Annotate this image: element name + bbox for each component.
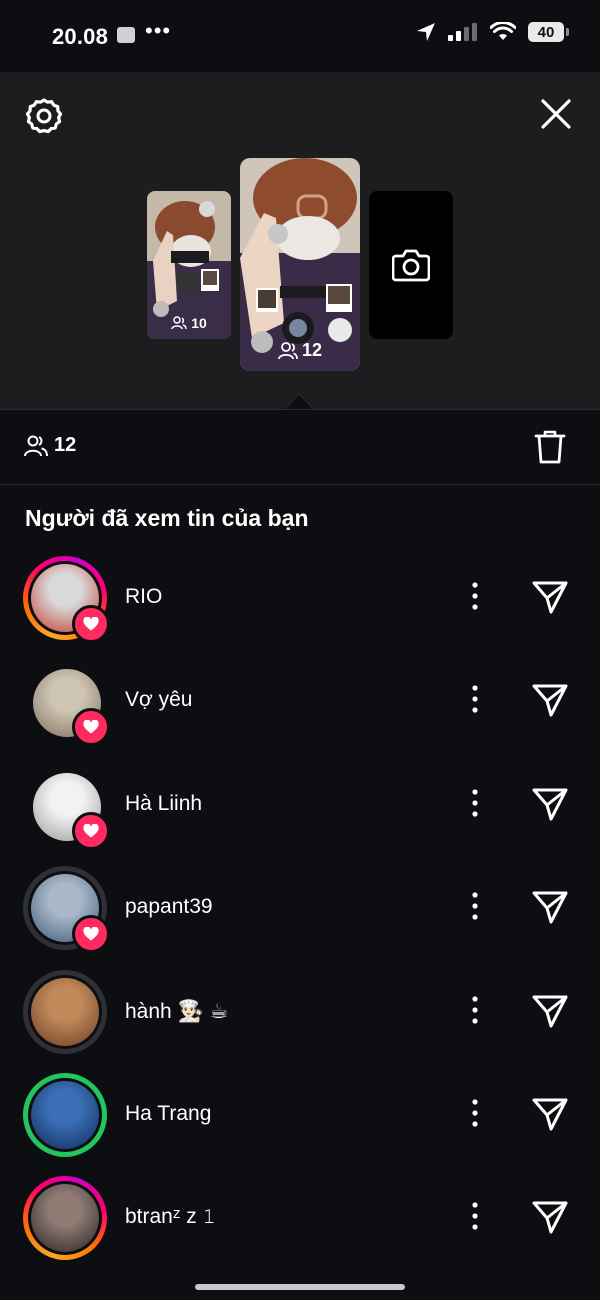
viewer-username[interactable]: Hà Liinh bbox=[125, 792, 202, 816]
gear-icon bbox=[25, 98, 63, 134]
more-vertical-icon bbox=[472, 1202, 478, 1230]
delete-story-button[interactable] bbox=[534, 429, 566, 465]
viewer-row-4[interactable]: hành 👨🏻‍🍳 ☕ bbox=[0, 967, 600, 1063]
send-icon bbox=[532, 891, 568, 924]
avatar[interactable] bbox=[23, 763, 110, 850]
send-icon bbox=[532, 1201, 568, 1234]
more-options-button[interactable] bbox=[466, 581, 484, 611]
more-vertical-icon bbox=[472, 685, 478, 713]
avatar-image bbox=[31, 978, 99, 1046]
more-options-button[interactable] bbox=[466, 1201, 484, 1231]
avatar-image bbox=[31, 1184, 99, 1252]
story-view-count-label: 10 bbox=[191, 315, 207, 331]
viewer-row-0[interactable]: RIO bbox=[0, 553, 600, 649]
divider bbox=[0, 409, 600, 410]
viewer-username[interactable]: RIO bbox=[125, 585, 162, 609]
more-vertical-icon bbox=[472, 582, 478, 610]
status-dots: ••• bbox=[145, 18, 172, 43]
send-icon bbox=[532, 788, 568, 821]
wifi-icon bbox=[490, 22, 516, 40]
cellular-signal-icon bbox=[448, 23, 477, 41]
section-title: Người đã xem tin của bạn bbox=[25, 505, 309, 531]
avatar[interactable] bbox=[23, 659, 110, 746]
viewer-username[interactable]: btranᶻ z 𝟷 bbox=[125, 1205, 216, 1229]
selected-story-pointer bbox=[284, 393, 314, 410]
trash-icon bbox=[534, 430, 566, 464]
more-vertical-icon bbox=[472, 789, 478, 817]
heart-icon bbox=[83, 824, 99, 838]
notification-icon bbox=[117, 27, 135, 43]
location-arrow-icon bbox=[417, 23, 435, 41]
avatar[interactable] bbox=[23, 866, 110, 953]
viewer-row-6[interactable]: btranᶻ z 𝟷 bbox=[0, 1173, 600, 1269]
heart-badge bbox=[72, 708, 110, 746]
story-view-count: 12 bbox=[240, 340, 360, 361]
close-button[interactable] bbox=[538, 96, 574, 132]
story-thumbnail-current[interactable]: 12 bbox=[240, 158, 360, 371]
viewer-username[interactable]: Ha Trang bbox=[125, 1102, 211, 1126]
heart-icon bbox=[83, 927, 99, 941]
viewer-count-label: 12 bbox=[54, 434, 77, 456]
status-time: 20.08 bbox=[52, 24, 109, 49]
heart-badge bbox=[72, 915, 110, 953]
settings-button[interactable] bbox=[24, 96, 64, 136]
story-thumbnail-previous[interactable]: 10 bbox=[147, 191, 231, 339]
add-story-camera-button[interactable] bbox=[369, 191, 453, 339]
viewer-username[interactable]: papant39 bbox=[125, 895, 213, 919]
send-message-button[interactable] bbox=[530, 1197, 570, 1237]
send-message-button[interactable] bbox=[530, 1094, 570, 1134]
heart-badge bbox=[72, 605, 110, 643]
viewer-row-2[interactable]: Hà Liinh bbox=[0, 760, 600, 856]
story-view-count-label: 12 bbox=[301, 340, 323, 360]
avatar[interactable] bbox=[23, 970, 107, 1054]
viewer-count: 12 bbox=[24, 434, 76, 457]
avatar[interactable] bbox=[23, 556, 110, 643]
heart-icon bbox=[83, 720, 99, 734]
close-icon bbox=[541, 99, 571, 129]
heart-badge bbox=[72, 812, 110, 850]
send-message-button[interactable] bbox=[530, 784, 570, 824]
more-vertical-icon bbox=[472, 892, 478, 920]
more-vertical-icon bbox=[472, 996, 478, 1024]
send-icon bbox=[532, 1098, 568, 1131]
more-options-button[interactable] bbox=[466, 1098, 484, 1128]
status-indicators: 40 bbox=[416, 22, 569, 42]
send-message-button[interactable] bbox=[530, 887, 570, 927]
more-options-button[interactable] bbox=[466, 684, 484, 714]
more-options-button[interactable] bbox=[466, 788, 484, 818]
status-bar: 20.08 ••• 40 bbox=[0, 0, 600, 72]
send-message-button[interactable] bbox=[530, 680, 570, 720]
people-icon bbox=[278, 341, 298, 359]
viewer-row-3[interactable]: papant39 bbox=[0, 863, 600, 959]
send-message-button[interactable] bbox=[530, 991, 570, 1031]
viewer-username[interactable]: Vợ yêu bbox=[125, 688, 192, 712]
viewer-row-5[interactable]: Ha Trang bbox=[0, 1070, 600, 1166]
heart-icon bbox=[83, 617, 99, 631]
more-options-button[interactable] bbox=[466, 891, 484, 921]
send-message-button[interactable] bbox=[530, 577, 570, 617]
people-icon bbox=[171, 316, 187, 330]
divider bbox=[0, 484, 600, 485]
people-icon bbox=[24, 435, 48, 456]
viewer-username[interactable]: hành 👨🏻‍🍳 ☕ bbox=[125, 999, 228, 1024]
send-icon bbox=[532, 684, 568, 717]
camera-icon bbox=[392, 249, 430, 282]
avatar[interactable] bbox=[23, 1073, 107, 1157]
viewer-row-1[interactable]: Vợ yêu bbox=[0, 656, 600, 752]
story-view-count: 10 bbox=[147, 315, 231, 331]
home-indicator[interactable] bbox=[195, 1284, 405, 1290]
send-icon bbox=[532, 581, 568, 614]
more-vertical-icon bbox=[472, 1099, 478, 1127]
battery-indicator: 40 bbox=[528, 22, 569, 42]
send-icon bbox=[532, 995, 568, 1028]
more-options-button[interactable] bbox=[466, 995, 484, 1025]
avatar-image bbox=[31, 1081, 99, 1149]
avatar[interactable] bbox=[23, 1176, 107, 1260]
